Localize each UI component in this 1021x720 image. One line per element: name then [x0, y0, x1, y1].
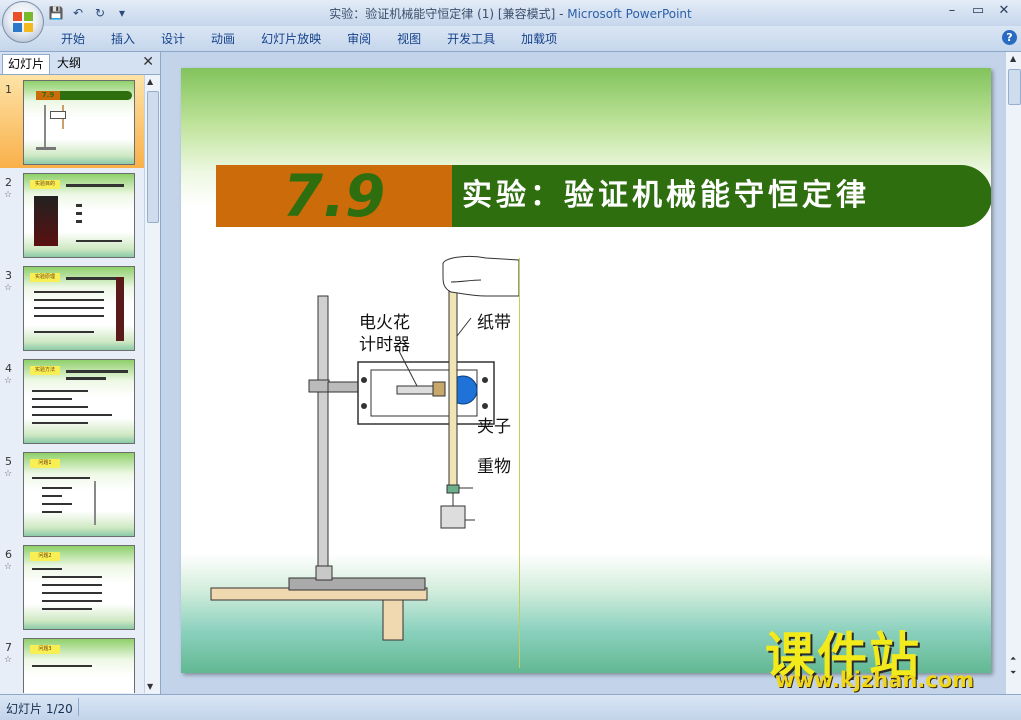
animation-star-icon: ☆: [4, 190, 13, 200]
thumbnail-title: 实验方法: [30, 366, 60, 375]
tab-design[interactable]: 设计: [148, 30, 198, 48]
tab-slides[interactable]: 幻灯片: [2, 54, 51, 74]
animation-star-icon: ☆: [4, 469, 13, 479]
document-name: 实验：验证机械能守恒定律 (1) [兼容模式]: [329, 7, 556, 21]
paper-tape: [448, 260, 458, 486]
animation-star-icon: ☆: [4, 655, 13, 665]
tab-outline[interactable]: 大纲: [52, 54, 86, 73]
tab-insert[interactable]: 插入: [98, 30, 148, 48]
slide-number: 6: [5, 548, 12, 561]
window-controls: – ▭ ✕: [939, 1, 1017, 21]
status-bar: 幻灯片 1/20: [0, 694, 1021, 720]
animation-star-icon: ☆: [4, 283, 13, 293]
label-clip: 夹子: [477, 417, 511, 437]
slide-number: 4: [5, 362, 12, 375]
office-button[interactable]: [2, 1, 44, 43]
tab-review[interactable]: 审阅: [334, 30, 384, 48]
scroll-thumb[interactable]: [1008, 69, 1021, 105]
pole-foot: [315, 565, 333, 581]
label-timer-2: 计时器: [359, 335, 410, 355]
tab-home[interactable]: 开始: [48, 30, 98, 48]
divider-line: [519, 258, 520, 668]
weight: [440, 505, 466, 529]
slide-number: 3: [5, 269, 12, 282]
thumbnail-row[interactable]: 3 ☆ 实验原理: [0, 261, 144, 354]
ribbon: 开始 插入 设计 动画 幻灯片放映 审阅 视图 开发工具 加载项 ?: [0, 26, 1021, 52]
scroll-thumb[interactable]: [147, 91, 159, 223]
thumbnail-row[interactable]: 5 ☆ 问题1: [0, 447, 144, 540]
slide-number: 2: [5, 176, 12, 189]
clip: [446, 484, 460, 494]
pane-tabs: 幻灯片 大纲 ✕: [0, 52, 160, 75]
thumbnail-row[interactable]: 2 ☆ 实验目的: [0, 168, 144, 261]
stand-base: [288, 577, 426, 591]
slide-thumbnail[interactable]: 实验目的: [23, 173, 135, 258]
minimize-button[interactable]: –: [939, 1, 965, 21]
stand-pole: [317, 295, 329, 579]
ribbon-tabs: 开始 插入 设计 动画 幻灯片放映 审阅 视图 开发工具 加载项: [48, 30, 570, 48]
slides-pane: 幻灯片 大纲 ✕ 1 7.9 2 ☆ 实验目的 3 ☆ 实验原理 4 ☆ 实验方…: [0, 52, 161, 694]
app-name: Microsoft PowerPoint: [567, 7, 692, 21]
title-bar: 💾 ↶ ↻ ▾ 实验：验证机械能守恒定律 (1) [兼容模式] - Micros…: [0, 0, 1021, 26]
slide-thumbnail[interactable]: 问题1: [23, 452, 135, 537]
thumbnail-scrollbar[interactable]: ▲ ▼: [144, 75, 160, 693]
slide-thumbnail[interactable]: 实验原理: [23, 266, 135, 351]
slide-canvas[interactable]: 7.9 实验：验证机械能守恒定律 电火花 计时器 纸带 夹子 重物: [181, 68, 991, 673]
slide-thumbnail[interactable]: 问题3: [23, 638, 135, 693]
animation-star-icon: ☆: [4, 376, 13, 386]
slide-number: 7: [5, 641, 12, 654]
thumbnail-title: 7.9: [36, 91, 60, 100]
label-tape: 纸带: [477, 313, 511, 333]
thumbnail-title: 实验目的: [30, 180, 60, 189]
tab-slideshow[interactable]: 幻灯片放映: [248, 30, 334, 48]
scroll-down-icon[interactable]: ▼: [147, 682, 153, 691]
slide-thumbnail[interactable]: 实验方法: [23, 359, 135, 444]
close-button[interactable]: ✕: [991, 1, 1017, 21]
thumbnail-title: 问题2: [30, 552, 60, 561]
slide-edit-area: 7.9 实验：验证机械能守恒定律 电火花 计时器 纸带 夹子 重物: [161, 52, 1005, 694]
tab-animations[interactable]: 动画: [198, 30, 248, 48]
thumbnail-row[interactable]: 1 7.9: [0, 75, 144, 168]
scroll-up-icon[interactable]: ▲: [1010, 54, 1016, 63]
close-pane-icon[interactable]: ✕: [142, 54, 154, 70]
thumbnail-row[interactable]: 4 ☆ 实验方法: [0, 354, 144, 447]
slide-number: 5: [5, 455, 12, 468]
next-slide-icon[interactable]: ⏷: [1010, 668, 1016, 678]
thumbnail-title: 问题3: [30, 645, 60, 654]
watermark-url: www.kjzhan.com: [775, 668, 975, 692]
table-leg: [382, 599, 404, 641]
slide-thumbnail[interactable]: 7.9: [23, 80, 135, 165]
tab-developer[interactable]: 开发工具: [434, 30, 508, 48]
animation-star-icon: ☆: [4, 562, 13, 572]
clamp-arm: [327, 381, 359, 393]
prev-slide-icon[interactable]: ⏶: [1010, 654, 1016, 664]
apparatus-diagram[interactable]: [181, 68, 991, 673]
help-icon[interactable]: ?: [1002, 30, 1017, 45]
window-title: 实验：验证机械能守恒定律 (1) [兼容模式] - Microsoft Powe…: [329, 7, 692, 21]
hand: [442, 255, 520, 297]
thumbnail-title: 问题1: [30, 459, 60, 468]
tab-view[interactable]: 视图: [384, 30, 434, 48]
status-divider: [78, 698, 79, 716]
slide-count: 幻灯片 1/20: [6, 702, 73, 716]
label-weight: 重物: [477, 457, 511, 477]
slide-number: 1: [5, 83, 12, 96]
thumbnail-list: 1 7.9 2 ☆ 实验目的 3 ☆ 实验原理 4 ☆ 实验方法 5 ☆ 问题1…: [0, 75, 144, 693]
clamp-knob: [308, 379, 330, 393]
thumbnail-row[interactable]: 7 ☆ 问题3: [0, 633, 144, 693]
slide-scrollbar[interactable]: ▲ ⏶ ⏷: [1005, 52, 1021, 694]
thumbnail-row[interactable]: 6 ☆ 问题2: [0, 540, 144, 633]
scroll-up-icon[interactable]: ▲: [147, 77, 153, 86]
tab-addins[interactable]: 加载项: [508, 30, 570, 48]
maximize-button[interactable]: ▭: [965, 1, 991, 21]
office-logo-icon: [13, 12, 33, 32]
thumbnail-title: 实验原理: [30, 273, 60, 282]
slide-thumbnail[interactable]: 问题2: [23, 545, 135, 630]
